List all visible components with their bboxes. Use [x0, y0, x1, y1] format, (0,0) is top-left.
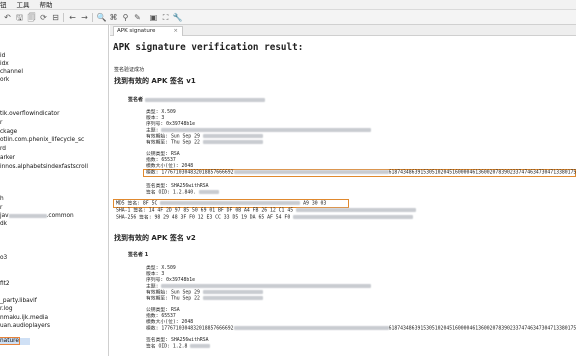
v1-signer-label: 签名者: [128, 97, 265, 103]
redacted-text: [296, 208, 416, 212]
redacted-text: [202, 134, 263, 138]
tree-node[interactable]: uan.audioplayers: [0, 323, 50, 330]
wrench-icon[interactable]: 🔧: [172, 12, 183, 23]
tree-node[interactable]: jav .common: [0, 213, 74, 220]
save-icon[interactable]: 🖫: [14, 12, 25, 23]
find-class-icon[interactable]: ⌘: [108, 12, 119, 23]
tree-node[interactable]: nmaku.ijk.media: [0, 315, 48, 322]
verify-status: 签名验证成功: [114, 67, 145, 73]
tree-node[interactable]: otlin.com.phenix_lifecycle_sc: [0, 137, 84, 144]
redacted-text: [293, 215, 414, 219]
redacted-text: [202, 140, 263, 144]
v1-sig-oid: 签名 OID: 1.2.840.: [146, 190, 219, 197]
toolbar: ↶ 🖫 🗐 ⟳ ⊟ ← → 🔍 ⌘ ⚲ ✎ ▣ ⛶ 🔧: [0, 10, 576, 25]
v2-sig-oid: 签名 OID: 1.2.8: [146, 344, 211, 351]
close-icon[interactable]: ×: [173, 27, 178, 36]
tree-node[interactable]: ork: [0, 77, 9, 84]
signature-panel: APK signature verification result: 签名验证成…: [110, 36, 576, 356]
toolbar-separator: [92, 13, 93, 22]
tree-node[interactable]: ckage: [0, 129, 17, 136]
v1-modulus: 模数: 1776710304832018857666692 61874348639…: [146, 170, 576, 176]
v1-sha1: SHA-1 签名: 14 4F 2D 97 85 50 69 01 BF DF …: [116, 208, 416, 215]
v1-heading: 找到有效的 APK 签名 v1: [114, 77, 196, 85]
find-usages-icon[interactable]: ⚲: [120, 12, 131, 23]
tree-node[interactable]: fit2: [0, 281, 10, 288]
v1-valid-to: 有效期至: Thu Sep 22: [146, 140, 263, 147]
settings-icon[interactable]: ▣: [148, 12, 159, 23]
tree-node[interactable]: h: [0, 196, 4, 203]
redacted-text: [190, 344, 211, 348]
tree-node[interactable]: _party.libavif: [0, 298, 37, 305]
project-tree[interactable]: id idx channel ork tik.overflowindicator…: [0, 25, 109, 356]
save-all-icon[interactable]: 🗐: [26, 12, 37, 23]
sync-icon[interactable]: ⟳: [38, 12, 49, 23]
redacted-text: [202, 290, 263, 294]
redacted-text: [202, 296, 263, 300]
tree-node[interactable]: innos.alphabetsindexfastscroll: [0, 164, 88, 171]
v2-modulus: 模数: 1776710304832018857666692 61874348639…: [146, 326, 576, 332]
v1-md5: MD5 签名: 8F 5C A9 30 03: [116, 201, 327, 207]
tree-node[interactable]: rd: [0, 146, 6, 153]
tree-node[interactable]: channel: [0, 69, 23, 76]
script-icon[interactable]: ✎: [132, 12, 143, 23]
tree-node[interactable]: r: [0, 205, 2, 212]
forward-icon[interactable]: →: [79, 12, 90, 23]
tree-node[interactable]: o3: [0, 255, 7, 262]
v2-valid-to: 有效期至: Thu Sep 22: [146, 296, 263, 303]
v2-heading: 找到有效的 APK 签名 v2: [114, 234, 196, 242]
menubar: 钮 工具 帮助: [0, 0, 576, 10]
v2-signer-label: 签名者 1: [128, 252, 149, 258]
tree-node[interactable]: arker: [0, 155, 15, 162]
page-title: APK signature verification result:: [113, 42, 304, 53]
tree-node[interactable]: dk: [0, 221, 7, 228]
menu-item-tools[interactable]: 工具: [17, 0, 30, 9]
undo-icon[interactable]: ↶: [2, 12, 13, 23]
tree-node[interactable]: tik.overflowindicator: [0, 111, 59, 118]
tree-node[interactable]: r.log: [0, 306, 13, 313]
tree-node[interactable]: id: [0, 53, 5, 60]
redacted-text: [161, 128, 372, 132]
redacted-text: [233, 170, 389, 174]
redacted-text: [233, 326, 389, 330]
tree-node[interactable]: r: [0, 120, 2, 127]
tree-node[interactable]: idx: [0, 61, 9, 68]
split-icon[interactable]: ⊟: [50, 12, 61, 23]
menu-item-help[interactable]: 帮助: [40, 0, 53, 9]
tab-apk-signature[interactable]: APK signature ×: [113, 26, 183, 36]
back-icon[interactable]: ←: [67, 12, 78, 23]
redacted-text: [8, 213, 47, 218]
redacted-text: [144, 97, 265, 102]
search-icon[interactable]: 🔍: [96, 12, 107, 23]
redacted-text: [198, 190, 219, 194]
toolbar-separator: [63, 13, 64, 22]
menu-item-view[interactable]: 钮: [0, 0, 7, 9]
v1-sha256: SHA-256 签名: 98 29 48 3F F0 12 E3 CC 33 D…: [116, 215, 414, 222]
fullscreen-icon[interactable]: ⛶: [160, 12, 171, 23]
redacted-text: [161, 284, 372, 288]
tree-node-selected[interactable]: nature: [0, 337, 30, 345]
editor-tabbar: APK signature ×: [110, 25, 576, 36]
redacted-text: [160, 201, 301, 205]
